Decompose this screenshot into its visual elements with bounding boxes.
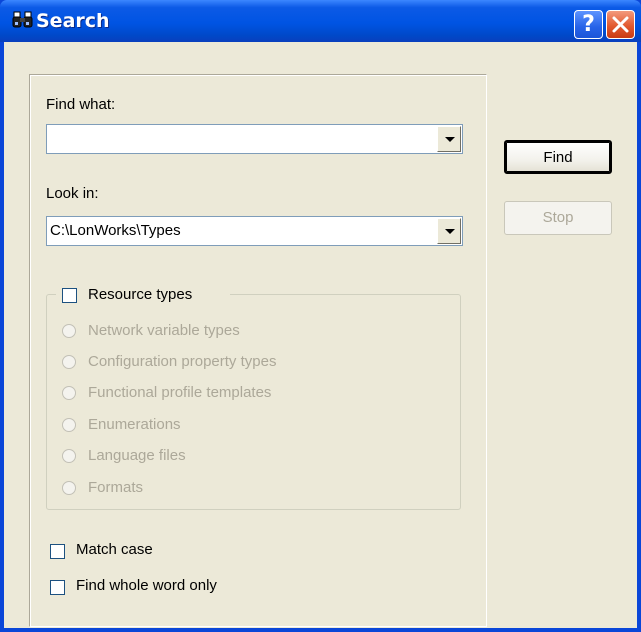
formats-radio[interactable] (62, 481, 76, 495)
resource-types-checkbox[interactable] (62, 288, 77, 303)
close-icon (612, 16, 629, 33)
network-variable-types-label: Network variable types (88, 322, 240, 339)
functional-profile-templates-label: Functional profile templates (88, 384, 272, 401)
stop-button[interactable]: Stop (504, 201, 612, 235)
window-title: Search (36, 10, 110, 32)
resource-types-label: Resource types (88, 286, 193, 303)
find-what-dropdown-button[interactable] (437, 126, 461, 152)
binoculars-icon (12, 11, 33, 28)
network-variable-types-radio[interactable] (62, 324, 76, 338)
close-button[interactable] (606, 10, 635, 39)
language-files-radio[interactable] (62, 449, 76, 463)
enumerations-radio[interactable] (62, 418, 76, 432)
look-in-combobox[interactable]: C:\LonWorks\Types (46, 216, 463, 246)
find-whole-word-label: Find whole word only (76, 577, 217, 594)
look-in-value: C:\LonWorks\Types (50, 222, 181, 239)
dialog-client-area: Find what: Look in: C:\LonWorks\Types Fi… (4, 42, 637, 628)
help-button[interactable]: ? (574, 10, 603, 39)
configuration-property-types-radio[interactable] (62, 355, 76, 369)
match-case-checkbox[interactable] (50, 544, 65, 559)
configuration-property-types-label: Configuration property types (88, 353, 277, 370)
find-what-label: Find what: (46, 96, 116, 113)
formats-label: Formats (88, 479, 144, 496)
language-files-label: Language files (88, 447, 186, 464)
find-whole-word-checkbox[interactable] (50, 580, 65, 595)
find-button[interactable]: Find (504, 140, 612, 174)
search-dialog: Search ? Find what: Look in: C:\LonWorks… (0, 0, 641, 632)
enumerations-label: Enumerations (88, 416, 181, 433)
resource-types-header: Resource types (56, 286, 230, 306)
title-bar[interactable]: Search ? (0, 0, 641, 42)
look-in-dropdown-button[interactable] (437, 218, 461, 244)
match-case-label: Match case (76, 541, 153, 558)
find-what-combobox[interactable] (46, 124, 463, 154)
functional-profile-templates-radio[interactable] (62, 386, 76, 400)
look-in-label: Look in: (46, 185, 99, 202)
